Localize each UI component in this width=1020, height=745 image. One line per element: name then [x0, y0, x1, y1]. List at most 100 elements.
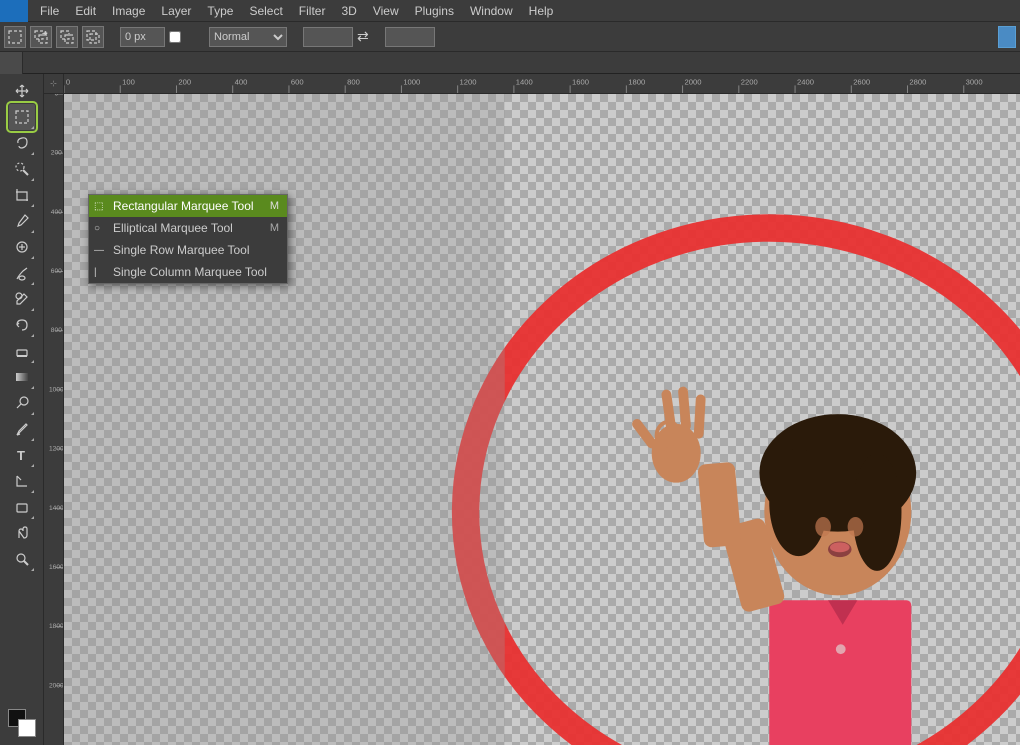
svg-text:600: 600	[51, 268, 62, 275]
single-col-marquee-label: Single Column Marquee Tool	[113, 265, 267, 279]
menu-window[interactable]: Window	[462, 2, 521, 20]
ruler-left: 0200400600800100012001400160018002000	[44, 94, 64, 745]
menu-file[interactable]: File	[32, 2, 67, 20]
tool-quick-select[interactable]	[9, 156, 35, 182]
svg-text:2400: 2400	[797, 77, 814, 86]
svg-text:200: 200	[178, 77, 191, 86]
menu-edit[interactable]: Edit	[67, 2, 104, 20]
rectangular-marquee-label: Rectangular Marquee Tool	[113, 199, 254, 213]
svg-text:1000: 1000	[403, 77, 420, 86]
svg-text:1400: 1400	[516, 77, 533, 86]
elliptical-marquee-shortcut: M	[270, 222, 279, 234]
tool-pen[interactable]	[9, 416, 35, 442]
tool-lasso[interactable]	[9, 130, 35, 156]
svg-text:400: 400	[51, 209, 62, 216]
dropdown-rectangular-marquee[interactable]: ⬚ Rectangular Marquee Tool M	[89, 195, 287, 217]
rectangular-marquee-icon: ⬚	[94, 201, 103, 212]
rectangular-marquee-shortcut: M	[270, 200, 279, 212]
tool-shape[interactable]	[9, 494, 35, 520]
menu-select[interactable]: Select	[241, 2, 290, 20]
menu-layer[interactable]: Layer	[153, 2, 199, 20]
svg-text:2000: 2000	[49, 682, 63, 689]
svg-text:100: 100	[122, 77, 135, 86]
menu-type[interactable]: Type	[199, 2, 241, 20]
tool-dodge[interactable]	[9, 390, 35, 416]
tool-hand[interactable]	[9, 520, 35, 546]
svg-text:T: T	[17, 448, 25, 463]
svg-text:1400: 1400	[49, 505, 63, 512]
toolbar-bottom	[8, 705, 36, 745]
svg-text:1800: 1800	[49, 623, 63, 630]
width-input[interactable]	[303, 27, 353, 47]
canvas-image	[64, 94, 1020, 745]
svg-text:600: 600	[291, 77, 304, 86]
select-mask-button[interactable]	[998, 26, 1016, 48]
subtract-selection-btn[interactable]	[56, 26, 78, 48]
canvas-viewport[interactable]	[64, 94, 1020, 745]
main-layout: T ⊹ 0 100 200 400 600 800 1000 1200 1400 1600 1800…	[0, 74, 1020, 745]
tool-brush[interactable]	[9, 260, 35, 286]
menu-bar: FileEditImageLayerTypeSelectFilter3DView…	[0, 0, 1020, 22]
svg-text:0: 0	[54, 94, 58, 97]
svg-text:1000: 1000	[49, 386, 63, 393]
anti-alias-checkbox[interactable]	[169, 31, 181, 43]
menu-3d[interactable]: 3D	[333, 2, 364, 20]
ruler-corner-icon: ⊹	[50, 79, 57, 88]
svg-text:+: +	[44, 31, 47, 37]
tool-eraser[interactable]	[9, 338, 35, 364]
svg-text:800: 800	[347, 77, 360, 86]
color-swatches[interactable]	[8, 709, 36, 737]
menu-filter[interactable]: Filter	[291, 2, 334, 20]
tool-path-select[interactable]	[9, 468, 35, 494]
tool-marquee[interactable]	[9, 104, 35, 130]
tool-crop[interactable]	[9, 182, 35, 208]
swap-icon[interactable]: ⇄	[357, 28, 369, 45]
svg-text:1600: 1600	[49, 564, 63, 571]
menu-plugins[interactable]: Plugins	[407, 2, 462, 20]
ps-logo	[0, 0, 28, 22]
svg-text:1600: 1600	[572, 77, 589, 86]
tool-gradient[interactable]	[9, 364, 35, 390]
svg-text:2800: 2800	[909, 77, 926, 86]
svg-text:400: 400	[235, 77, 248, 86]
ruler-top: 0100200400600800100012001400160018002000…	[64, 74, 1020, 94]
intersect-selection-btn[interactable]	[82, 26, 104, 48]
canvas-area: ⊹ 0 100 200 400 600 800 1000 1200 1400 1600 1800 20…	[44, 74, 1020, 745]
add-selection-btn[interactable]: +	[30, 26, 52, 48]
tool-healing[interactable]	[9, 234, 35, 260]
svg-text:800: 800	[51, 327, 62, 334]
toolbar: T	[0, 74, 44, 745]
new-selection-btn[interactable]	[4, 26, 26, 48]
height-input[interactable]	[385, 27, 435, 47]
tool-history[interactable]	[9, 312, 35, 338]
document-tab[interactable]	[0, 52, 23, 74]
tool-move[interactable]	[9, 78, 35, 104]
tool-eyedropper[interactable]	[9, 208, 35, 234]
single-col-marquee-icon: |	[94, 267, 97, 278]
single-row-marquee-icon: —	[94, 245, 104, 256]
tool-clone[interactable]	[9, 286, 35, 312]
menu-view[interactable]: View	[365, 2, 407, 20]
dropdown-single-row-marquee[interactable]: — Single Row Marquee Tool	[89, 239, 287, 261]
feather-input[interactable]	[120, 27, 165, 47]
svg-text:2000: 2000	[685, 77, 702, 86]
svg-text:3000: 3000	[966, 77, 983, 86]
ruler-corner: ⊹	[44, 74, 64, 94]
tool-dropdown: ⬚Rectangular Marquee ToolM○Elliptical Ma…	[88, 194, 288, 284]
tool-zoom[interactable]	[9, 546, 35, 572]
tool-text[interactable]: T	[9, 442, 35, 468]
dropdown-single-col-marquee[interactable]: | Single Column Marquee Tool	[89, 261, 287, 283]
background-color[interactable]	[18, 719, 36, 737]
svg-text:2600: 2600	[853, 77, 870, 86]
single-row-marquee-label: Single Row Marquee Tool	[113, 243, 250, 257]
svg-text:200: 200	[51, 150, 62, 157]
menu-help[interactable]: Help	[521, 2, 562, 20]
tab-bar	[0, 52, 1020, 74]
elliptical-marquee-icon: ○	[94, 223, 100, 234]
style-select[interactable]: Normal Fixed Ratio Fixed Size	[209, 27, 287, 47]
menu-image[interactable]: Image	[104, 2, 153, 20]
svg-text:2200: 2200	[741, 77, 758, 86]
dropdown-elliptical-marquee[interactable]: ○Elliptical Marquee ToolM	[89, 217, 287, 239]
svg-text:1200: 1200	[460, 77, 477, 86]
svg-text:0: 0	[66, 77, 70, 86]
